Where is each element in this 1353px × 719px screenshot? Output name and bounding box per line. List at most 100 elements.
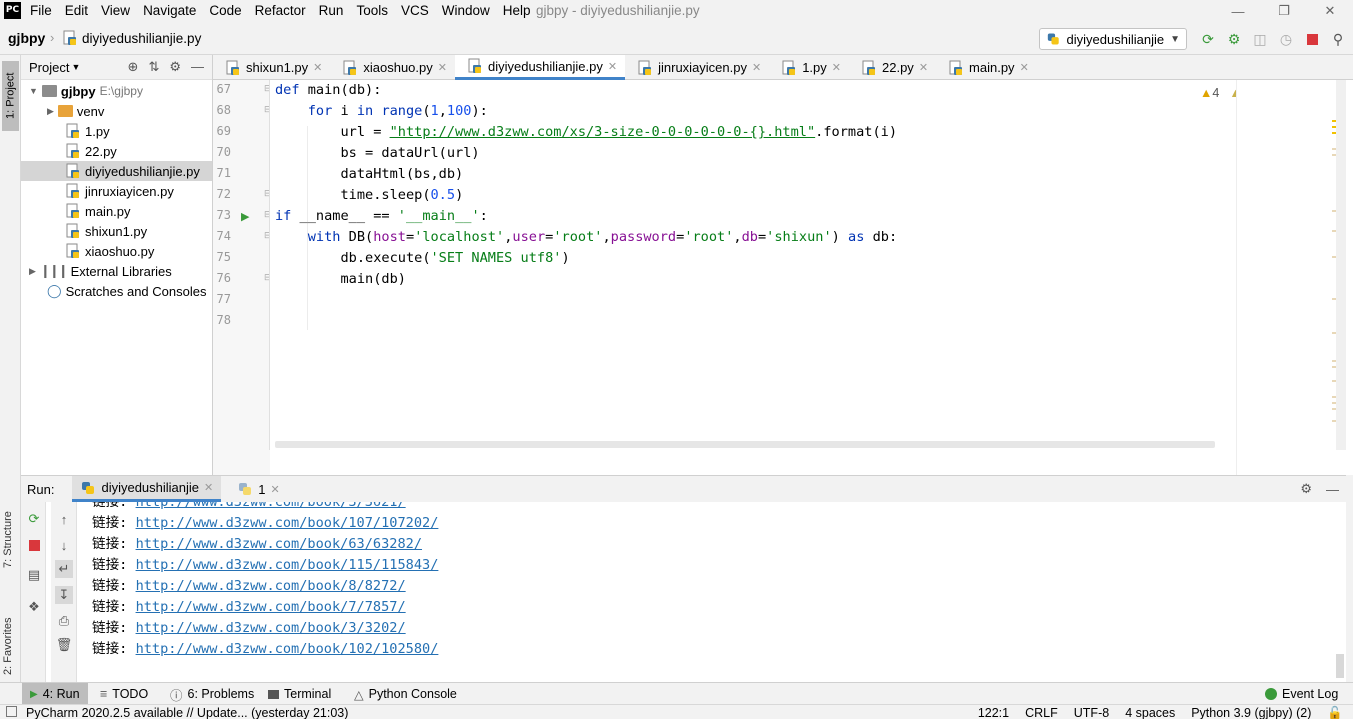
- menu-help[interactable]: Help: [503, 3, 531, 18]
- console-link[interactable]: http://www.d3zww.com/book/107/107202/: [136, 515, 439, 531]
- run-gutter-icon[interactable]: ▶: [241, 210, 249, 223]
- tab-main[interactable]: main.py ✕: [936, 55, 1037, 80]
- console-link[interactable]: http://www.d3zww.com/book/63/63282/: [136, 536, 422, 552]
- gear-icon[interactable]: ⚙: [1300, 481, 1312, 497]
- console-link[interactable]: http://www.d3zww.com/book/102/102580/: [136, 641, 439, 657]
- locate-icon[interactable]: ⊕: [128, 59, 139, 75]
- breadcrumb-project[interactable]: gjbpy: [8, 30, 45, 46]
- tree-item-file[interactable]: 22.py: [65, 141, 117, 161]
- editor-gutter[interactable]: 67 68 69 70 71 72 73 74 75 76 77 78 ▶ ⊟ …: [213, 80, 272, 475]
- coverage-icon[interactable]: ◫: [1250, 28, 1270, 50]
- chevron-down-icon[interactable]: ▼: [71, 62, 80, 72]
- tree-item-venv[interactable]: ▶ venv: [47, 101, 104, 121]
- console-output[interactable]: 链接: http://www.d3zww.com/book/3/3621/ 链接…: [81, 502, 1341, 683]
- layout-icon[interactable]: ▤: [25, 566, 43, 584]
- tool-tab-terminal[interactable]: Terminal: [268, 683, 331, 705]
- scroll-to-end-icon[interactable]: ↧: [55, 586, 73, 604]
- close-tab-icon[interactable]: ✕: [608, 60, 617, 73]
- tree-item-file-selected[interactable]: diyiyedushilianjie.py: [21, 161, 212, 181]
- layout-toggle-icon[interactable]: [6, 706, 17, 717]
- gear-icon[interactable]: ⚙: [169, 59, 181, 75]
- rerun-icon[interactable]: ⟳: [1198, 28, 1218, 50]
- menu-view[interactable]: View: [101, 3, 130, 18]
- caret-position[interactable]: 122:1: [978, 706, 1009, 719]
- line-separator[interactable]: CRLF: [1025, 706, 1058, 719]
- minimize-icon[interactable]: —: [1215, 0, 1261, 22]
- profile-icon[interactable]: ◷: [1276, 28, 1296, 50]
- menu-tools[interactable]: Tools: [356, 3, 388, 18]
- close-tab-icon[interactable]: ✕: [438, 61, 447, 74]
- tab-diyiyedushilianjie[interactable]: diyiyedushilianjie.py ✕: [454, 55, 626, 80]
- menu-window[interactable]: Window: [442, 3, 490, 18]
- file-encoding[interactable]: UTF-8: [1074, 706, 1109, 719]
- tool-tab-event-log[interactable]: Event Log: [1265, 683, 1338, 705]
- project-tool-tab[interactable]: 1: Project: [2, 61, 19, 131]
- tab-xiaoshuo[interactable]: xiaoshuo.py ✕: [330, 55, 455, 80]
- lock-icon[interactable]: 🔓: [1327, 706, 1343, 719]
- tree-item-file[interactable]: main.py: [65, 201, 131, 221]
- menu-edit[interactable]: Edit: [65, 3, 88, 18]
- arrow-down-icon[interactable]: ↓: [55, 536, 73, 554]
- trash-icon[interactable]: 🗑: [55, 636, 73, 654]
- pin-icon[interactable]: ❖: [25, 598, 43, 616]
- close-icon[interactable]: ✕: [1307, 0, 1353, 22]
- collapse-all-icon[interactable]: ⇅: [148, 59, 159, 75]
- status-message[interactable]: PyCharm 2020.2.5 available // Update... …: [26, 706, 348, 719]
- breadcrumb-file[interactable]: diyiyedushilianjie.py: [62, 30, 201, 46]
- indent-setting[interactable]: 4 spaces: [1125, 706, 1175, 719]
- arrow-up-icon[interactable]: ↑: [55, 510, 73, 528]
- run-configuration-select[interactable]: diyiyedushilianjie ▼: [1039, 28, 1187, 50]
- console-scrollbar[interactable]: [1336, 654, 1344, 678]
- run-tab-1[interactable]: 1 ✕: [221, 481, 289, 497]
- close-tab-icon[interactable]: ✕: [270, 483, 279, 496]
- restore-icon[interactable]: ❐: [1261, 0, 1307, 22]
- menu-refactor[interactable]: Refactor: [255, 3, 306, 18]
- tree-item-file[interactable]: shixun1.py: [65, 221, 147, 241]
- rerun-icon[interactable]: ⟳: [25, 510, 43, 528]
- tree-item-external-libraries[interactable]: ▶ ❙❙❙ External Libraries: [29, 261, 172, 281]
- console-link[interactable]: http://www.d3zww.com/book/7/7857/: [136, 599, 406, 615]
- stop-icon[interactable]: [1302, 28, 1322, 50]
- tool-tab-problems[interactable]: ⓘ 6: Problems: [170, 683, 254, 705]
- project-panel-title[interactable]: Project: [29, 60, 69, 75]
- close-tab-icon[interactable]: ✕: [1020, 61, 1029, 74]
- vertical-scrollbar[interactable]: [1336, 80, 1346, 450]
- menu-navigate[interactable]: Navigate: [143, 3, 196, 18]
- favorites-tool-tab[interactable]: 2: Favorites: [2, 590, 14, 675]
- close-tab-icon[interactable]: ✕: [204, 481, 213, 494]
- stop-icon[interactable]: [25, 536, 43, 554]
- close-tab-icon[interactable]: ✕: [752, 61, 761, 74]
- hide-icon[interactable]: —: [191, 59, 204, 75]
- menu-file[interactable]: File: [30, 3, 52, 18]
- menu-vcs[interactable]: VCS: [401, 3, 429, 18]
- hide-icon[interactable]: —: [1326, 482, 1339, 497]
- console-link[interactable]: http://www.d3zww.com/book/115/115843/: [136, 557, 439, 573]
- console-link[interactable]: http://www.d3zww.com/book/8/8272/: [136, 578, 406, 594]
- console-link[interactable]: http://www.d3zww.com/book/3/3621/: [136, 502, 406, 510]
- horizontal-scrollbar[interactable]: [275, 441, 1215, 448]
- search-everywhere-icon[interactable]: ⚲: [1328, 28, 1348, 50]
- close-tab-icon[interactable]: ✕: [313, 61, 322, 74]
- menu-code[interactable]: Code: [209, 3, 241, 18]
- tab-22[interactable]: 22.py ✕: [849, 55, 936, 80]
- tree-item-scratches[interactable]: ◯ Scratches and Consoles: [47, 281, 206, 301]
- tab-jinruxiayicen[interactable]: jinruxiayicen.py ✕: [625, 55, 769, 80]
- run-tab-diyiyedushilianjie[interactable]: diyiyedushilianjie ✕: [72, 476, 222, 502]
- tool-tab-todo[interactable]: ≡ TODO: [100, 683, 148, 705]
- print-icon[interactable]: ⎙: [55, 612, 73, 630]
- structure-tool-tab[interactable]: 7: Structure: [2, 493, 14, 568]
- soft-wrap-icon[interactable]: ↵: [55, 560, 73, 578]
- tree-item-root[interactable]: ▼ gjbpy E:\gjbpy: [29, 81, 143, 101]
- warning-count[interactable]: ▲4: [1200, 86, 1219, 101]
- tool-tab-run[interactable]: ▶ 4: Run: [22, 683, 88, 705]
- tree-item-file[interactable]: 1.py: [65, 121, 110, 141]
- tool-tab-python-console[interactable]: △ Python Console: [354, 683, 457, 705]
- console-link[interactable]: http://www.d3zww.com/book/3/3202/: [136, 620, 406, 636]
- python-interpreter[interactable]: Python 3.9 (gjbpy) (2): [1191, 706, 1311, 719]
- tab-1[interactable]: 1.py ✕: [769, 55, 849, 80]
- tree-item-file[interactable]: xiaoshuo.py: [65, 241, 154, 261]
- code-editor[interactable]: def main(db): for i in range(1,100): url…: [270, 80, 1236, 450]
- tab-shixun1[interactable]: shixun1.py ✕: [213, 55, 330, 80]
- debug-icon[interactable]: ⚙: [1224, 28, 1244, 50]
- close-tab-icon[interactable]: ✕: [919, 61, 928, 74]
